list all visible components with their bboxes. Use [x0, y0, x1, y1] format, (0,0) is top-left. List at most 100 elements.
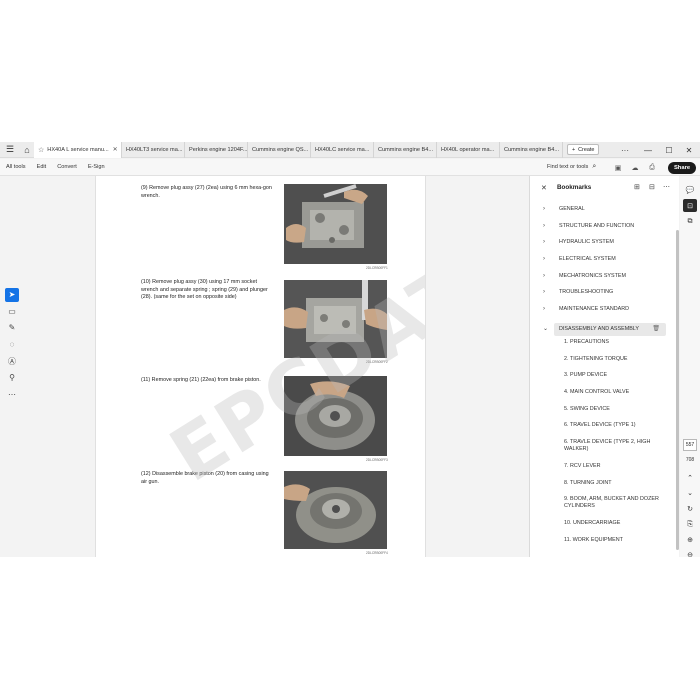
- bookmark-child-item[interactable]: 7. RCV LEVER: [530, 463, 672, 480]
- edit-menu[interactable]: Edit: [37, 164, 47, 170]
- photo-caption: 2DLCRB00FF4: [366, 551, 388, 555]
- more-options-icon[interactable]: ⋯: [663, 183, 670, 191]
- bookmark-child-item[interactable]: 9. BOOM, ARM, BUCKET AND DOZER CYLINDERS: [530, 496, 672, 520]
- chevron-up-icon[interactable]: ⌃: [683, 471, 697, 484]
- esign-menu[interactable]: E-Sign: [88, 164, 105, 170]
- bookmark-label: 3. PUMP DEVICE: [564, 372, 608, 379]
- bookmark-item[interactable]: › HYDRAULIC SYSTEM: [530, 239, 672, 256]
- bookmarks-panel: ✕ Bookmarks ⊞ ⊟ ⋯ › GENERAL › STRUCTURE AN…: [529, 176, 679, 557]
- chevron-right-icon[interactable]: ›: [543, 289, 545, 296]
- text-box-icon[interactable]: Ⓐ: [5, 354, 19, 368]
- share-button[interactable]: Share: [668, 162, 696, 174]
- bookmark-child-item[interactable]: 10. UNDERCARRIAGE: [530, 520, 672, 537]
- tab-label: Cummins engine B4...: [378, 146, 434, 153]
- total-pages: 708: [685, 457, 695, 463]
- print-icon[interactable]: ⎙: [646, 162, 658, 173]
- convert-menu[interactable]: Convert: [57, 164, 77, 170]
- chevron-right-icon[interactable]: ›: [543, 239, 545, 246]
- tab-label: HX40LT3 service ma...: [126, 146, 183, 153]
- bookmark-label: 8. TURNING JOINT: [564, 479, 612, 486]
- tab-label: Cummins engine B4...: [504, 146, 560, 153]
- find-tools-search[interactable]: Find text or tools ⌕: [547, 163, 596, 171]
- bookmark-label: 4. MAIN CONTROL VALVE: [564, 388, 630, 395]
- step-text: (9) Remove plug assy (27) (2ea) using 6 …: [141, 185, 272, 199]
- tab-document[interactable]: Cummins engine QS...: [248, 142, 311, 158]
- photo-caption: 2DLCRB00FF1: [366, 266, 388, 270]
- search-icon: ⌕: [592, 163, 597, 170]
- bookmark-item[interactable]: › STRUCTURE AND FUNCTION: [530, 223, 672, 240]
- tab-label: Cummins engine QS...: [252, 146, 309, 153]
- chevron-down-icon[interactable]: ⌄: [683, 486, 697, 499]
- bookmark-child-item[interactable]: 6. TRAVEL DEVICE (TYPE 1): [530, 422, 672, 439]
- home-icon[interactable]: ⌂: [20, 143, 34, 157]
- chevron-right-icon[interactable]: ›: [543, 273, 545, 280]
- maximize-icon[interactable]: ☐: [658, 142, 680, 158]
- stamp-icon[interactable]: ⚲: [5, 371, 19, 385]
- bookmark-child-item[interactable]: 5. SWING DEVICE: [530, 406, 672, 423]
- tab-label: HX40LC service ma...: [315, 146, 370, 153]
- bookmark-child-item[interactable]: 8. TURNING JOINT: [530, 480, 672, 497]
- add-bookmark-icon[interactable]: ⊞: [634, 183, 640, 191]
- close-tab-icon[interactable]: ✕: [113, 146, 118, 153]
- bookmark-label: 5. SWING DEVICE: [564, 405, 610, 412]
- add-comment-icon[interactable]: ▭: [5, 305, 19, 319]
- more-options-icon[interactable]: ···: [614, 142, 636, 158]
- bookmark-label: 10. UNDERCARRIAGE: [564, 520, 621, 527]
- tab-label: HX40L operator ma...: [441, 146, 495, 153]
- bookmark-label: MAINTENANCE STANDARD: [559, 306, 629, 313]
- more-tools-icon[interactable]: ⋯: [5, 387, 19, 401]
- comment-icon[interactable]: 💬: [683, 183, 697, 196]
- create-tab-button[interactable]: + Create: [567, 144, 600, 155]
- current-page-input[interactable]: 557: [683, 439, 697, 451]
- tab-document[interactable]: Perkins engine 1204F...: [185, 142, 248, 158]
- save-icon[interactable]: ▣: [612, 162, 624, 173]
- star-icon[interactable]: ☆: [38, 146, 44, 154]
- upload-cloud-icon[interactable]: ☁: [629, 162, 641, 173]
- bookmark-item[interactable]: › ELECTRICAL SYSTEM: [530, 256, 672, 273]
- document-page: (9) Remove plug assy (27) (2ea) using 6 …: [95, 176, 426, 557]
- bookmark-item[interactable]: › MECHATRONICS SYSTEM: [530, 273, 672, 290]
- tab-document[interactable]: HX40LC service ma...: [311, 142, 374, 158]
- zoom-out-icon[interactable]: ⊖: [683, 548, 697, 558]
- bookmarks-panel-icon[interactable]: ⊡: [683, 199, 697, 212]
- page-fit-icon[interactable]: ⎘: [683, 518, 697, 531]
- draw-freeform-icon[interactable]: ◌: [5, 338, 19, 352]
- create-label: Create: [578, 146, 595, 153]
- select-cursor-icon[interactable]: ➤: [5, 288, 19, 302]
- hamburger-menu-icon[interactable]: ☰: [3, 143, 17, 157]
- bookmark-item[interactable]: › TROUBLESHOOTING: [530, 289, 672, 306]
- refresh-icon[interactable]: ↻: [683, 502, 697, 515]
- find-label: Find text or tools: [547, 164, 589, 170]
- tab-document[interactable]: HX40LT3 service ma...: [122, 142, 185, 158]
- bookmark-child-item[interactable]: 4. MAIN CONTROL VALVE: [530, 389, 672, 406]
- bookmark-icon[interactable]: ⊟: [649, 183, 655, 191]
- bookmarks-scrollbar[interactable]: [676, 230, 679, 550]
- close-panel-icon[interactable]: ✕: [541, 184, 547, 192]
- minimize-icon[interactable]: —: [637, 142, 659, 158]
- highlight-pen-icon[interactable]: ✎: [5, 321, 19, 335]
- bookmark-item[interactable]: › MAINTENANCE STANDARD: [530, 306, 672, 323]
- tab-document[interactable]: Cummins engine B4...: [500, 142, 563, 158]
- zoom-in-icon[interactable]: ⊕: [683, 533, 697, 546]
- bookmark-child-item[interactable]: 1. PRECAUTIONS: [530, 339, 672, 356]
- close-window-icon[interactable]: ✕: [678, 142, 700, 158]
- page-thumbnails-icon[interactable]: ⧉: [683, 215, 697, 228]
- bookmark-label: 11. WORK EQUIPMENT: [564, 537, 623, 543]
- bookmark-item[interactable]: › GENERAL: [530, 206, 672, 223]
- tab-active-document[interactable]: ☆ HX40A L service manu... ✕: [34, 142, 122, 158]
- bookmark-child-item[interactable]: 2. TIGHTENING TORQUE: [530, 356, 672, 373]
- chevron-right-icon[interactable]: ›: [543, 256, 545, 263]
- bookmark-item-selected[interactable]: ⌄ DISASSEMBLY AND ASSEMBLY 🗑: [543, 322, 666, 336]
- bookmark-child-item[interactable]: 6. TRAVLE DEVICE (TYPE 2, HIGH WALKER): [530, 439, 672, 463]
- bookmark-child-item[interactable]: 11. WORK EQUIPMENT: [530, 537, 672, 554]
- chevron-right-icon[interactable]: ›: [543, 223, 545, 230]
- bookmark-label: TROUBLESHOOTING: [559, 289, 614, 296]
- chevron-right-icon[interactable]: ›: [543, 206, 545, 213]
- tab-document[interactable]: Cummins engine B4...: [374, 142, 437, 158]
- all-tools-menu[interactable]: All tools: [6, 164, 26, 170]
- tab-document[interactable]: HX40L operator ma...: [437, 142, 500, 158]
- bookmark-child-item[interactable]: 3. PUMP DEVICE: [530, 372, 672, 389]
- delete-icon[interactable]: 🗑: [652, 326, 660, 333]
- chevron-down-icon[interactable]: ⌄: [543, 326, 548, 333]
- chevron-right-icon[interactable]: ›: [543, 306, 545, 313]
